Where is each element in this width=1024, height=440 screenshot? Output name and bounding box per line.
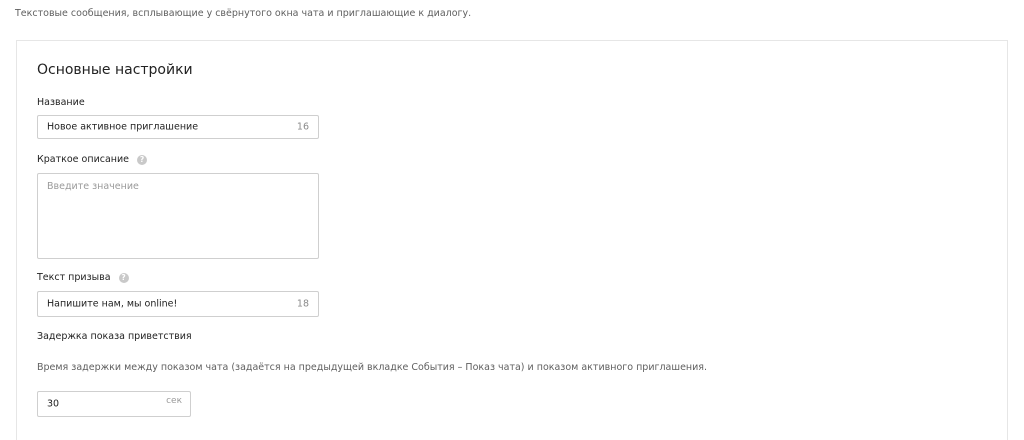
delay-label: Задержка показа приветствия bbox=[37, 331, 192, 342]
description-placeholder: Введите значение bbox=[47, 181, 139, 192]
delay-input[interactable]: 30 сек bbox=[37, 391, 191, 417]
name-label: Название bbox=[37, 97, 85, 108]
description-label-text: Краткое описание bbox=[37, 154, 130, 165]
page-description: Текстовые сообщения, всплывающие у свёрн… bbox=[15, 8, 472, 19]
cta-label-text: Текст призыва bbox=[37, 272, 111, 283]
question-circle-icon[interactable]: ? bbox=[137, 154, 148, 165]
name-char-counter: 16 bbox=[296, 121, 309, 133]
cta-input-value: Напишите нам, мы online! bbox=[47, 298, 178, 310]
cta-char-counter: 18 bbox=[296, 298, 309, 310]
cta-input[interactable]: Напишите нам, мы online! 18 bbox=[37, 291, 319, 317]
delay-unit: сек bbox=[166, 396, 182, 406]
description-textarea[interactable]: Введите значение bbox=[37, 173, 319, 259]
basic-settings-panel: Основные настройки Название Новое активн… bbox=[16, 40, 1008, 440]
section-title: Основные настройки bbox=[37, 62, 193, 78]
delay-label-text: Задержка показа приветствия bbox=[37, 331, 192, 342]
name-label-text: Название bbox=[37, 97, 85, 108]
cta-label: Текст призыва ? bbox=[37, 272, 129, 283]
name-input[interactable]: Новое активное приглашение 16 bbox=[37, 115, 319, 139]
question-circle-icon[interactable]: ? bbox=[118, 272, 129, 283]
name-input-value: Новое активное приглашение bbox=[47, 121, 199, 133]
description-label: Краткое описание ? bbox=[37, 154, 148, 165]
delay-input-value: 30 bbox=[47, 398, 60, 410]
delay-hint: Время задержки между показом чата (задаё… bbox=[37, 362, 708, 373]
